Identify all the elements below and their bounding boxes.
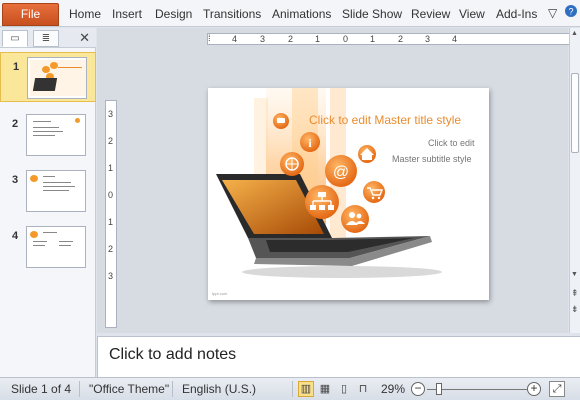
horizontal-ruler: ⁞ 4 3 2 1 0 1 2 3 4 ⁞ (207, 33, 580, 45)
slide-editing-area[interactable]: ⁞ 4 3 2 1 0 1 2 3 4 ⁞ 3 2 1 0 1 2 3 (97, 28, 580, 333)
scroll-thumb[interactable] (571, 73, 579, 153)
previous-slide-icon[interactable]: ⇞ (571, 288, 579, 299)
ruler-label: 4 (452, 34, 458, 44)
slide-counter: Slide 1 of 4 (11, 382, 72, 396)
ruler-label: 3 (108, 271, 114, 281)
ruler-label: 2 (398, 34, 404, 44)
scroll-down-icon[interactable]: ▼ (571, 271, 578, 278)
slide-preview (26, 114, 86, 156)
notes-pane[interactable]: Click to add notes (97, 336, 580, 377)
slide-number: 3 (12, 174, 19, 186)
ruler-label: 1 (108, 217, 114, 227)
ruler-label: 3 (108, 109, 114, 119)
panel-tabs: ▭ ≣ ✕ (0, 28, 96, 48)
status-bar: Slide 1 of 4 "Office Theme" English (U.S… (0, 377, 580, 400)
tab-add-ins[interactable]: Add-Ins (496, 7, 537, 21)
slide-show-icon[interactable]: ⊓ (355, 381, 371, 397)
ruler-label: 3 (425, 34, 431, 44)
theme-name[interactable]: "Office Theme" (89, 382, 169, 396)
vertical-ruler: 3 2 1 0 1 2 3 (105, 100, 117, 328)
slide-number: 2 (12, 118, 19, 130)
slide-sorter-icon[interactable]: ▦ (317, 381, 333, 397)
normal-view-icon[interactable]: ▥ (298, 381, 314, 397)
notes-placeholder[interactable]: Click to add notes (109, 346, 236, 364)
slide-subtitle-line-2[interactable]: Master subtitle style (392, 154, 472, 164)
slide-preview (27, 57, 87, 99)
slide-thumbnail-2[interactable]: 2 (0, 110, 96, 160)
next-slide-icon[interactable]: ⇟ (571, 304, 579, 315)
fit-to-window-icon[interactable]: ⤢ (549, 381, 565, 397)
divider (172, 381, 173, 397)
divider (292, 381, 293, 397)
ruler-label: 1 (315, 34, 321, 44)
tab-design[interactable]: Design (155, 7, 192, 21)
ruler-label: 2 (108, 136, 114, 146)
slides-view-icon[interactable]: ▭ (2, 30, 28, 47)
svg-text:@: @ (333, 164, 349, 181)
tab-transitions[interactable]: Transitions (203, 7, 261, 21)
language-indicator[interactable]: English (U.S.) (182, 382, 256, 396)
ruler-label: 0 (108, 190, 114, 200)
ruler-label: 0 (343, 34, 349, 44)
reading-view-icon[interactable]: ▯ (336, 381, 352, 397)
slide-title[interactable]: Click to edit Master title style (309, 113, 461, 127)
zoom-out-icon[interactable]: − (411, 382, 425, 396)
slide-subtitle-line-1[interactable]: Click to edit (428, 138, 475, 148)
slide-thumbnail-3[interactable]: 3 (0, 166, 96, 216)
slide-footer: fppt.com (212, 291, 228, 296)
outline-view-icon[interactable]: ≣ (33, 30, 59, 47)
vertical-scrollbar[interactable]: ▲ ▼ ⇞ ⇟ (569, 28, 580, 333)
divider (79, 381, 80, 397)
slide-number: 4 (12, 230, 19, 242)
zoom-level[interactable]: 29% (381, 382, 405, 396)
ribbon-tabs: File Home Insert Design Transitions Anim… (0, 0, 580, 27)
ruler-label: 1 (370, 34, 376, 44)
ruler-label: 4 (232, 34, 238, 44)
tab-review[interactable]: Review (411, 7, 450, 21)
tab-animations[interactable]: Animations (272, 7, 331, 21)
tab-home[interactable]: Home (69, 7, 101, 21)
slide-thumbnail-4[interactable]: 4 (0, 222, 96, 272)
tab-view[interactable]: View (459, 7, 485, 21)
slide-preview (26, 226, 86, 268)
slides-panel: ▭ ≣ ✕ 1 2 3 4 (0, 28, 96, 377)
slide-number: 1 (13, 61, 20, 73)
slide-preview (26, 170, 86, 212)
help-icon[interactable]: ? (564, 4, 578, 21)
slide-thumbnail-1[interactable]: 1 (0, 52, 96, 102)
slide-canvas[interactable]: i @ Click to edit Master title style Cli… (208, 88, 489, 300)
zoom-slider[interactable] (427, 389, 527, 390)
ruler-label: 1 (108, 163, 114, 173)
zoom-in-icon[interactable]: + (527, 382, 541, 396)
file-tab[interactable]: File (2, 3, 59, 26)
ruler-label: 2 (108, 244, 114, 254)
scroll-up-icon[interactable]: ▲ (571, 30, 578, 37)
close-icon[interactable]: ✕ (79, 30, 90, 46)
ruler-label: 3 (260, 34, 266, 44)
minimize-ribbon-icon[interactable]: ▽ (548, 6, 557, 20)
svg-text:?: ? (568, 7, 573, 17)
tab-slide-show[interactable]: Slide Show (342, 7, 402, 21)
ruler-label: 2 (288, 34, 294, 44)
zoom-slider-thumb[interactable] (436, 383, 442, 395)
ruler-label: ⁞ (208, 33, 211, 43)
tab-insert[interactable]: Insert (112, 7, 142, 21)
